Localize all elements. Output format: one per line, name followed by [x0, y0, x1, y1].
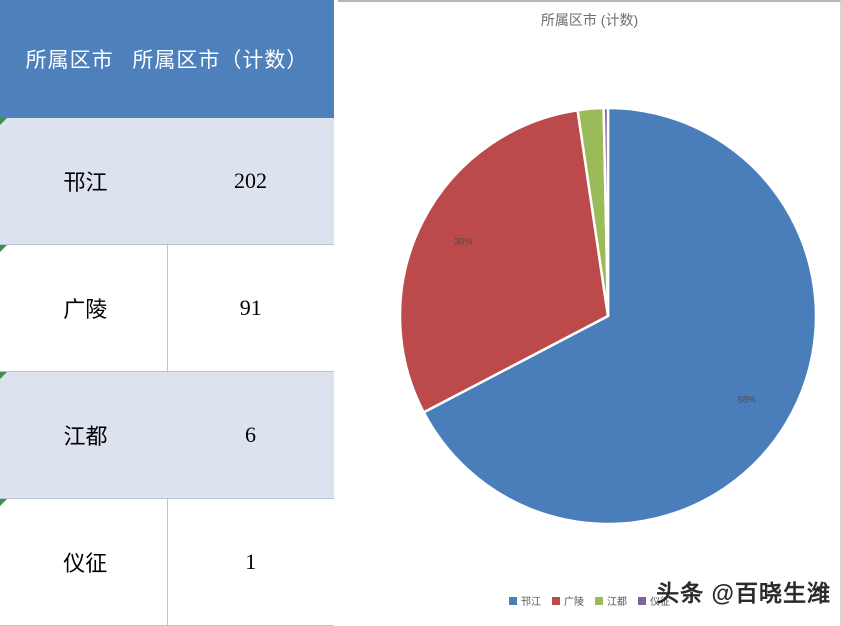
category-label: 仪征 — [63, 551, 108, 576]
legend-item-1[interactable]: 广陵 — [552, 593, 584, 608]
table-header-combined: 所属区市 所属区市（计数） — [0, 0, 334, 118]
chart-panel[interactable]: 所属区市 (计数) 68% 30% 邗江 广陵 江都 仪征 — [338, 0, 841, 626]
category-label: 广陵 — [63, 297, 108, 322]
pivot-table: 所属区市 所属区市（计数） 邗江 202 广陵 91 江都 6 仪征 1 — [0, 0, 334, 626]
table-cell-category: 仪征 — [0, 498, 167, 626]
legend-label: 邗江 — [521, 597, 541, 608]
legend-label: 广陵 — [564, 597, 584, 608]
comment-marker-icon — [0, 118, 7, 125]
pie-chart[interactable]: 68% 30% — [400, 80, 816, 552]
legend-item-2[interactable]: 江都 — [595, 593, 627, 608]
table-cell-category: 江都 — [0, 371, 167, 499]
legend-label: 江都 — [607, 597, 627, 608]
legend-swatch-icon — [595, 596, 603, 605]
pie-chart-svg: 68% 30% — [400, 106, 816, 526]
pie-slices — [400, 106, 816, 526]
table-row[interactable]: 江都 6 — [0, 371, 334, 499]
legend-swatch-icon — [509, 596, 517, 605]
pie-data-label: 30% — [454, 237, 472, 247]
table-row[interactable]: 广陵 91 — [0, 244, 334, 372]
comment-marker-icon — [0, 499, 7, 506]
table-row[interactable]: 邗江 202 — [0, 118, 334, 245]
table-header-row: 所属区市 所属区市（计数） — [0, 0, 334, 118]
table-cell-category: 广陵 — [0, 244, 167, 372]
pivot-table-panel: 所属区市 所属区市（计数） 邗江 202 广陵 91 江都 6 仪征 1 — [0, 0, 334, 626]
screenshot-root: 所属区市 所属区市（计数） 邗江 202 广陵 91 江都 6 仪征 1 所属区… — [0, 0, 841, 626]
chart-title: 所属区市 (计数) — [540, 12, 639, 28]
table-row[interactable]: 仪征 1 — [0, 498, 334, 626]
table-cell-count: 1 — [166, 498, 334, 626]
watermark: 头条 @百晓生潍 — [656, 580, 831, 606]
legend-swatch-icon — [552, 596, 560, 605]
table-cell-count: 6 — [167, 371, 334, 499]
pie-data-label: 68% — [738, 394, 756, 404]
header-label-count: 所属区市（计数） — [132, 48, 309, 72]
table-cell-count: 91 — [166, 244, 334, 372]
table-cell-category: 邗江 — [0, 118, 167, 245]
category-label: 邗江 — [63, 170, 108, 195]
category-label: 江都 — [63, 424, 108, 449]
legend-item-0[interactable]: 邗江 — [509, 593, 541, 608]
comment-marker-icon — [0, 372, 7, 379]
legend-swatch-icon — [638, 596, 646, 605]
table-cell-count: 202 — [167, 118, 334, 245]
comment-marker-icon — [0, 245, 7, 252]
header-label-category: 所属区市 — [25, 48, 114, 72]
